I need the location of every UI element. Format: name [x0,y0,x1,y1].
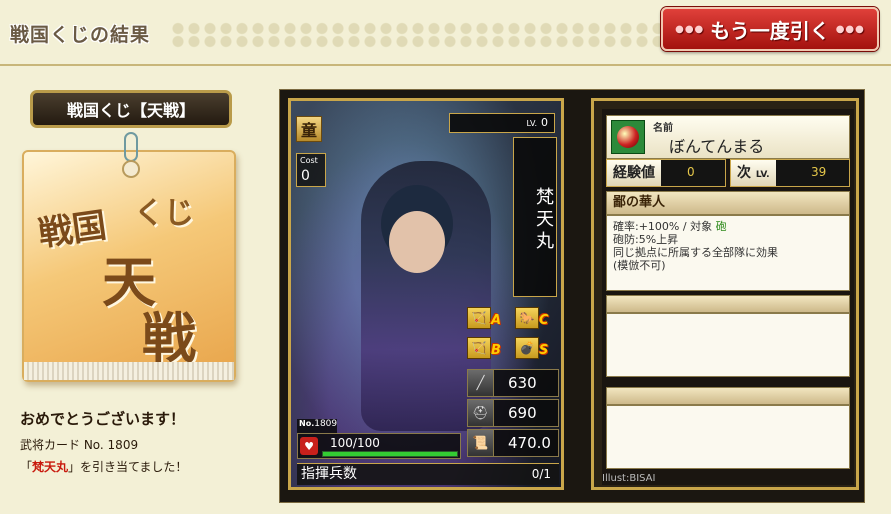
archer-icon: 🏹 [467,337,491,359]
skill-description: 確率:+100% / 対象 砲 砲防:5%上昇 同じ拠点に所属する全部隊に効果 … [606,215,850,291]
card-portrait-head [389,211,445,273]
hp-text: 100/100 [330,436,380,450]
draw-again-button[interactable]: ●●● もう一度引く ●●● [661,7,879,51]
next-label: 次 LV. [731,160,776,186]
defense-stat: ⛑ 690 [467,399,559,427]
kuji-box-bottom [24,362,234,380]
dots-decoration: ●●● [835,23,865,35]
cost-label: Cost [300,156,318,165]
cost-box: Cost 0 [296,153,326,187]
intellect-stat: 📜 470.0 [467,429,559,457]
next-level-value: 39 [811,165,827,179]
cavalry-icon: 🐎 [515,307,539,329]
page-title: 戦国くじの結果 [10,24,151,46]
exp-value: 0 [687,165,695,179]
draw-result-message: 「梵天丸」を引き当てました！ [20,460,188,474]
drawn-card-name: 梵天丸 [32,460,69,474]
skill-slot-2-header [606,295,850,313]
congrats-text: おめでとうございます！ [20,410,186,428]
bow-soldier-icon: 🏹 [467,307,491,329]
name-reading: ぼんてんまる [669,137,765,156]
rank-badge: 童 [296,116,322,142]
card-info-panel: 名前 ぼんてんまる 経験値 0 次 LV. 39 鄙の華人 確率:+100% /… [591,98,859,490]
page-header: 戦国くじの結果 ●●● もう一度引く ●●● [0,0,891,66]
grade-b: B [491,343,501,358]
exp-label: 経験値 [607,160,661,186]
header-pattern [170,22,670,48]
gem-icon [611,120,645,154]
skill-slot-3-header [606,387,850,405]
troops-bar: 指揮兵数 0/1 [297,463,559,485]
helmet-icon: ⛑ [468,400,494,426]
card-number-text: 武将カード No. 1809 [20,438,139,452]
illustrator-credit: Illust:BISAI [602,473,656,484]
kuji-ring [122,160,140,178]
skill-name: 鄙の華人 [606,191,850,215]
level-value: 0 [541,116,548,129]
intellect-value: 470.0 [508,434,551,452]
name-label: 名前 [653,123,673,134]
spear-icon: ╱ [468,370,494,396]
skill-slot-2-body [606,313,850,377]
general-name: 梵天丸 [513,137,557,297]
kuji-text-kuji: くじ [134,196,194,231]
heart-icon: ♥ [300,437,318,455]
experience-box: 経験値 0 [606,159,726,187]
attack-stat: ╱ 630 [467,369,559,397]
cannon-icon: 💣 [515,337,539,359]
level-label: LV. [526,119,537,128]
card-front: 童 Cost 0 LV. 0 梵天丸 🏹 A 🐎 C 🏹 B 💣 S ╱ 630 … [288,98,564,490]
attack-value: 630 [508,374,537,392]
kuji-string [124,132,138,162]
hp-bar [322,451,458,457]
kuji-box-image: 戦国 くじ 天 戦 [22,132,236,382]
defense-value: 690 [508,404,537,422]
next-level-box: 次 LV. 39 [730,159,850,187]
card-info-inner: 名前 ぼんてんまる 経験値 0 次 LV. 39 鄙の華人 確率:+100% /… [602,109,854,485]
level-bar: LV. 0 [449,113,555,133]
troops-label: 指揮兵数 [301,466,357,482]
skill-target: 砲 [715,220,727,233]
troops-value: 0/1 [531,467,551,481]
hp-row: ♥ 100/100 [297,433,461,459]
skill-slot-3-body [606,405,850,469]
kuji-text-sengoku: 戦国 [36,205,109,255]
card-number-tag: No.1809 [297,419,337,433]
hp-bar-fill [323,452,457,456]
scroll-icon: 📜 [468,430,494,456]
grade-a: A [491,313,502,328]
grade-s: S [539,343,549,358]
name-plate: 名前 ぼんてんまる [606,115,850,159]
draw-again-label: もう一度引く [710,18,830,43]
dots-decoration: ●●● [675,23,705,35]
kuji-type-label: 戦国くじ【天戦】 [30,90,232,128]
cost-value: 0 [301,168,310,184]
grade-c: C [539,313,549,328]
